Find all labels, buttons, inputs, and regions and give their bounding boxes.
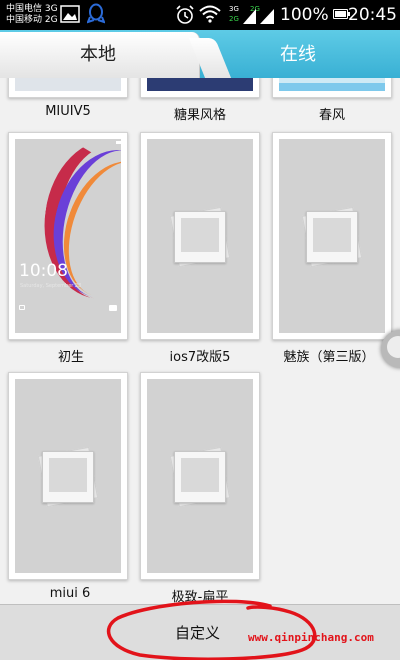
image-placeholder-icon [37,446,99,508]
theme-preview [279,139,385,333]
battery-icon [333,9,350,19]
camera-icon [109,305,117,311]
theme-preview [147,139,253,333]
status-bar: 中国电信 3G 中国移动 2G 3G 2G 2G 100% 20:45 [0,0,400,30]
theme-card-flat[interactable] [140,372,260,580]
theme-preview: 10:08 Saturday, September 28 [15,139,121,333]
clock: 20:45 [348,5,397,25]
theme-preview [279,78,385,91]
theme-card-miui6[interactable] [8,372,128,580]
theme-preview [147,379,253,573]
battery-icon [116,141,121,144]
theme-name: 极致-扁平 [171,590,229,604]
image-placeholder-icon [169,206,231,268]
tab-local-label: 本地 [80,44,116,65]
theme-card-ios7[interactable] [140,132,260,340]
tab-online[interactable]: 在线 [280,32,316,78]
image-placeholder-icon [169,446,231,508]
tab-local[interactable]: 本地 [0,32,200,78]
custom-button-label: 自定义 [175,624,221,642]
theme-card-miuiv5[interactable] [8,78,128,98]
alarm-icon [176,5,194,24]
theme-name: 魅族（第三版） [283,350,375,365]
carrier-2: 中国移动 2G [6,15,58,25]
theme-preview [147,78,253,91]
theme-name: 糖果风格 [173,108,226,123]
network-type-2: 2G [229,15,239,23]
theme-preview [15,78,121,91]
wifi-icon [199,5,221,23]
network-type-1: 3G [229,5,239,13]
theme-name: 春风 [318,108,345,123]
qq-icon [87,3,105,24]
theme-name: MIUIV5 [45,104,91,119]
signal-icon [243,9,274,24]
image-placeholder-icon [301,206,363,268]
carrier-1: 中国电信 3G [6,4,58,14]
watermark: www.qinpinchang.com [248,631,374,644]
theme-preview [15,379,121,573]
gallery-icon [60,5,80,23]
theme-name: miui 6 [49,586,91,601]
theme-grid[interactable]: MIUIV5 糖果风格 春风 10:08 Saturday, September… [0,78,400,604]
battery-percent: 100% [280,5,329,25]
theme-card-spring[interactable] [272,78,392,98]
theme-card-chusheng[interactable]: 10:08 Saturday, September 28 [8,132,128,340]
tab-bar: 本地 [0,30,400,78]
lock-icon [19,305,25,310]
theme-name: ios7改版5 [169,350,231,365]
preview-date: Saturday, September 28 [20,283,82,289]
theme-card-candy[interactable] [140,78,260,98]
theme-name: 初生 [57,350,84,365]
theme-card-meizu[interactable] [272,132,392,340]
preview-time: 10:08 [19,261,68,281]
